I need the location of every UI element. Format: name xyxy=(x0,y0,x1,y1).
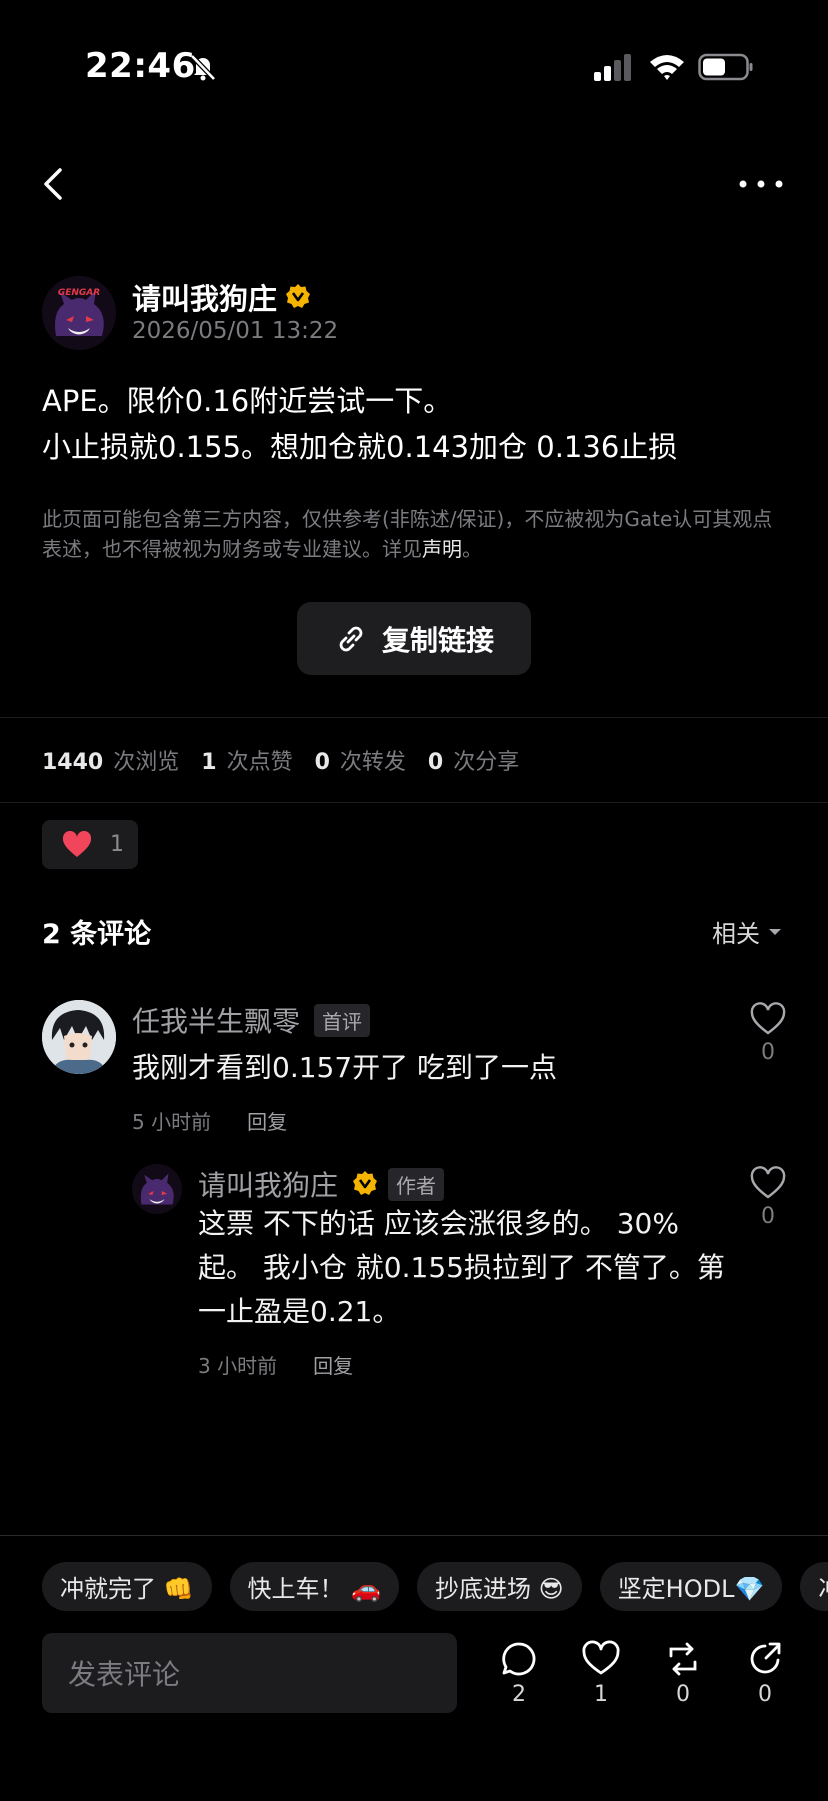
disclaimer-end: 。 xyxy=(462,537,482,561)
battery-icon xyxy=(698,53,753,81)
comment-like-button[interactable] xyxy=(750,1002,786,1036)
disclaimer-text: 此页面可能包含第三方内容，仅供参考(非陈述/保证)，不应被视为Gate认可其观点… xyxy=(42,507,773,561)
repost-count: 0 xyxy=(676,1682,690,1707)
quick-reaction-chip[interactable]: 冲就完了 👊 xyxy=(42,1562,212,1611)
share-count: 0 xyxy=(758,1682,772,1707)
like-reaction-chip[interactable]: 1 xyxy=(42,820,138,869)
bell-off-icon xyxy=(190,54,216,81)
caret-down-icon xyxy=(769,928,781,935)
post-line-2: 小止损就0.155。想加仓就0.143加仓 0.136止损 xyxy=(42,430,678,464)
reply-text-line-1: 这票 不下的话 应该会涨很多的。 30% xyxy=(198,1207,679,1240)
shares-count: 0 xyxy=(427,750,444,775)
sort-label: 相关 xyxy=(712,920,760,948)
back-button[interactable] xyxy=(38,164,72,204)
post-line-1: APE。限价0.16附近尝试一下。 xyxy=(42,384,453,418)
disclaimer-link[interactable]: 声明 xyxy=(422,537,462,561)
quick-reactions: 冲就完了 👊 快上车！ 🚗 抄底进场 😎 坚定HODL💎 冲 xyxy=(42,1562,828,1611)
likes-label: 次点赞 xyxy=(226,750,293,775)
reply-meta: 3 小时前 回复 xyxy=(198,1350,353,1379)
copy-link-button[interactable]: 复制链接 xyxy=(297,602,531,675)
post-date: 2026/05/01 13:22 xyxy=(132,318,339,344)
more-options-button[interactable] xyxy=(738,170,784,198)
like-chip-count: 1 xyxy=(110,832,124,857)
anime-avatar-image xyxy=(42,1000,116,1074)
comment-action[interactable]: 2 xyxy=(494,1640,544,1707)
status-time: 22:46 xyxy=(85,46,196,86)
likes-count: 1 xyxy=(201,750,217,775)
comment-sort-select[interactable]: 相关 xyxy=(712,914,782,949)
views-label: 次浏览 xyxy=(113,750,180,775)
reply-text-line-3: 一止盈是0.21。 xyxy=(198,1295,401,1328)
copy-link-label: 复制链接 xyxy=(381,623,494,657)
author-name[interactable]: 请叫我狗庄 xyxy=(132,276,277,318)
heart-filled-icon xyxy=(62,830,92,857)
commenter-avatar[interactable] xyxy=(42,1000,116,1074)
comment-meta: 5 小时前 回复 xyxy=(132,1106,287,1135)
like-count: 1 xyxy=(594,1682,608,1707)
quick-reaction-chip[interactable]: 冲 xyxy=(800,1562,828,1611)
first-comment-tag: 首评 xyxy=(314,1004,370,1037)
reposts-count: 0 xyxy=(314,750,330,775)
reply-button[interactable]: 回复 xyxy=(247,1106,287,1135)
share-action[interactable]: 0 xyxy=(740,1640,790,1707)
reply-author-avatar[interactable] xyxy=(132,1164,182,1214)
reply-button[interactable]: 回复 xyxy=(313,1350,353,1379)
divider xyxy=(0,1535,828,1536)
reply-time: 3 小时前 xyxy=(198,1354,278,1378)
cellular-signal-icon xyxy=(594,54,631,81)
like-action[interactable]: 1 xyxy=(576,1640,626,1707)
quick-reaction-chip[interactable]: 快上车！ 🚗 xyxy=(229,1562,400,1611)
status-bar: 22:46 xyxy=(0,0,828,120)
post-content: APE。限价0.16附近尝试一下。 小止损就0.155。想加仓就0.143加仓 … xyxy=(42,378,802,470)
reply-text: 这票 不下的话 应该会涨很多的。 30% 起。 我小仓 就0.155损拉到了 不… xyxy=(198,1202,738,1334)
quick-reaction-chip[interactable]: 抄底进场 😎 xyxy=(417,1562,582,1611)
reply-text-line-2: 起。 我小仓 就0.155损拉到了 不管了。第 xyxy=(198,1251,725,1284)
author-tag: 作者 xyxy=(388,1168,444,1201)
reply-author-name[interactable]: 请叫我狗庄 xyxy=(198,1164,338,1204)
comment-bubble-icon xyxy=(502,1642,536,1676)
post-stats: 1440 次浏览 1 次点赞 0 次转发 0 次分享 xyxy=(42,744,541,776)
reply-like-button[interactable] xyxy=(750,1166,786,1200)
divider xyxy=(0,717,828,718)
heart-icon xyxy=(582,1640,620,1675)
comment-like-count: 0 xyxy=(761,1040,775,1065)
gengar-avatar-image: GENGAR xyxy=(42,276,116,350)
verified-badge-icon xyxy=(353,1171,377,1195)
comment-text: 我刚才看到0.157开了 吃到了一点 xyxy=(132,1051,558,1084)
repost-action[interactable]: 0 xyxy=(658,1640,708,1707)
author-avatar[interactable]: GENGAR xyxy=(42,276,116,350)
quick-reaction-chip[interactable]: 坚定HODL💎 xyxy=(599,1562,783,1611)
reply-like-count: 0 xyxy=(761,1204,775,1229)
share-icon xyxy=(750,1642,781,1674)
verified-badge-icon xyxy=(286,284,310,308)
commenter-name[interactable]: 任我半生飘零 xyxy=(132,1000,300,1040)
views-count: 1440 xyxy=(42,750,104,775)
shares-label: 次分享 xyxy=(453,750,520,775)
disclaimer: 此页面可能包含第三方内容，仅供参考(非陈述/保证)，不应被视为Gate认可其观点… xyxy=(42,504,792,564)
comments-title: 2 条评论 xyxy=(42,919,152,950)
wifi-icon xyxy=(650,55,684,80)
comment-input[interactable]: 发表评论 xyxy=(42,1633,457,1713)
comment-time: 5 小时前 xyxy=(132,1110,212,1134)
link-icon xyxy=(339,626,363,651)
divider xyxy=(0,802,828,803)
reposts-label: 次转发 xyxy=(339,750,406,775)
repost-icon xyxy=(669,1642,697,1676)
gengar-avatar-image xyxy=(132,1164,182,1214)
comment-count: 2 xyxy=(512,1682,526,1707)
svg-text:GENGAR: GENGAR xyxy=(58,288,100,298)
